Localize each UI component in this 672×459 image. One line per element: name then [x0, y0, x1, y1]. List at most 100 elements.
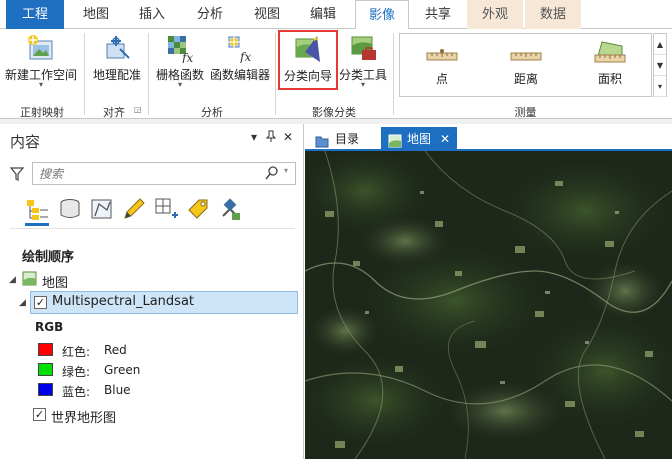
classification-wizard-button[interactable]: 分类向导 [278, 30, 338, 90]
measure-area-label: 面积 [597, 72, 622, 86]
list-by-labeling-icon[interactable] [185, 196, 211, 222]
red-band-name: Red [104, 343, 127, 357]
tab-edit[interactable]: 编辑 [300, 0, 346, 29]
classification-tools-icon [348, 33, 378, 66]
tab-catalog-label: 目录 [335, 132, 360, 146]
green-band-name: Green [104, 363, 141, 377]
search-icon[interactable] [265, 166, 278, 183]
view-tab-strip: 目录 地图 ✕ [305, 124, 672, 151]
group-divider [148, 33, 149, 115]
basemap-layer-name[interactable]: 世界地形图 [51, 407, 116, 426]
group-label-align: 对齐 [103, 106, 125, 119]
group-divider [393, 33, 394, 115]
list-by-snapping-icon[interactable] [153, 196, 179, 222]
tab-project[interactable]: 工程 [6, 0, 64, 29]
ruler-area-icon [594, 41, 626, 63]
renderer-label: RGB [35, 320, 64, 334]
tab-view[interactable]: 视图 [244, 0, 290, 29]
pane-options-icon[interactable]: ▾ [251, 130, 257, 144]
list-by-selection-icon[interactable] [89, 196, 115, 222]
function-editor-label: 函数编辑器 [209, 68, 270, 82]
chevron-down-icon[interactable]: ▾ [284, 166, 288, 175]
satellite-imagery [305, 151, 672, 459]
chevron-down-icon: ▾ [360, 80, 365, 89]
search-box[interactable]: ▾ [32, 162, 296, 185]
close-icon[interactable]: ✕ [283, 130, 293, 144]
red-band-swatch[interactable] [38, 343, 53, 356]
georeference-icon [102, 33, 132, 66]
tab-map[interactable]: 地图 [74, 0, 118, 29]
blue-band-swatch[interactable] [38, 383, 53, 396]
chevron-down-icon: ▾ [38, 80, 43, 89]
toolbar-divider [10, 228, 295, 229]
collapse-triangle-icon[interactable]: ◢ [9, 275, 16, 285]
georeference-label: 地理配准 [92, 68, 141, 82]
classification-tools-button[interactable]: 分类工具 ▾ [338, 29, 388, 101]
close-icon[interactable]: ✕ [440, 127, 450, 151]
measure-distance-label: 距离 [513, 72, 538, 86]
group-divider [275, 33, 276, 115]
georeference-button[interactable]: 地理配准 [88, 29, 146, 101]
list-by-source-icon[interactable] [57, 196, 83, 222]
ruler-distance-icon [510, 52, 542, 61]
filter-icon[interactable] [9, 166, 25, 185]
pin-icon[interactable] [265, 130, 277, 145]
measure-point-label: 点 [435, 72, 448, 86]
tab-share[interactable]: 共享 [414, 0, 462, 29]
green-band-label: 绿色: [62, 365, 91, 379]
group-divider [84, 33, 85, 115]
new-workspace-button[interactable]: 新建工作空间 ▾ [2, 29, 80, 101]
list-by-editing-icon[interactable] [121, 196, 147, 222]
chevron-up-icon[interactable]: ▲ [654, 34, 666, 55]
svg-text:fx: fx [239, 50, 251, 63]
contents-pane: 内容 ▾ ✕ ▾ 绘制顺序 ◢ 地图 ◢ ✓ [0, 124, 304, 459]
ribbon-tab-bar: 工程 地图 插入 分析 视图 编辑 影像 共享 外观 数据 [0, 0, 672, 30]
tab-catalog[interactable]: 目录 [311, 127, 373, 151]
group-label-analysis: 分析 [201, 106, 223, 119]
classification-wizard-icon [293, 34, 323, 67]
basemap-visibility-checkbox[interactable]: ✓ [33, 408, 46, 421]
classification-wizard-label: 分类向导 [283, 69, 332, 83]
drawing-order-heading: 绘制顺序 [22, 250, 75, 265]
tab-data[interactable]: 数据 [525, 0, 581, 29]
dialog-launcher-icon[interactable]: ◲ [134, 105, 142, 114]
svg-text:fx: fx [181, 51, 193, 63]
function-editor-button[interactable]: fx 函数编辑器 [208, 29, 272, 101]
tab-insert[interactable]: 插入 [130, 0, 174, 29]
map-node-label[interactable]: 地图 [42, 272, 68, 291]
measure-gallery: 点 距离 面积 [399, 33, 652, 97]
blue-band-label: 蓝色: [62, 385, 91, 399]
layer-visibility-checkbox[interactable]: ✓ [34, 296, 47, 309]
map-view-canvas[interactable] [305, 151, 672, 459]
measure-area-button[interactable]: 面积 [568, 34, 652, 96]
chevron-down-icon: ▾ [177, 80, 182, 89]
chevron-down-icon[interactable]: ▼ [654, 55, 666, 76]
function-editor-icon: fx [225, 33, 255, 66]
gallery-scroller[interactable]: ▲ ▼ ▾ [653, 33, 667, 97]
map-icon [22, 271, 37, 289]
raster-function-icon: fx [165, 33, 195, 66]
layer-name: Multispectral_Landsat [52, 294, 195, 309]
measure-point-button[interactable]: 点 [400, 34, 484, 96]
contents-title: 内容 [10, 133, 41, 151]
tab-analysis[interactable]: 分析 [187, 0, 233, 29]
group-label-measure: 测量 [514, 106, 537, 119]
layer-row-multispectral[interactable]: ✓ Multispectral_Landsat [30, 291, 298, 314]
group-label-classification: 影像分类 [312, 106, 356, 119]
collapse-triangle-icon[interactable]: ◢ [19, 298, 26, 308]
search-input[interactable] [39, 165, 259, 182]
expand-gallery-icon[interactable]: ▾ [654, 76, 666, 97]
list-by-drawing-order-icon[interactable] [24, 196, 50, 226]
tab-imagery[interactable]: 影像 [355, 0, 409, 30]
new-workspace-icon [26, 33, 56, 66]
green-band-swatch[interactable] [38, 363, 53, 376]
measure-distance-button[interactable]: 距离 [484, 34, 568, 96]
tab-appearance[interactable]: 外观 [467, 0, 523, 29]
raster-functions-button[interactable]: fx 栅格函数 ▾ [152, 29, 208, 101]
ruler-point-icon [426, 49, 458, 61]
list-by-perspective-imagery-icon[interactable] [217, 196, 243, 222]
tab-map-view-label: 地图 [407, 132, 432, 146]
tab-map-view[interactable]: 地图 ✕ [381, 127, 457, 151]
ribbon-body: 新建工作空间 ▾ 正射映射 地理配准 对齐 ◲ fx 栅格函数 ▾ fx 函数编… [0, 29, 672, 119]
group-label-ortho: 正射映射 [20, 106, 64, 119]
